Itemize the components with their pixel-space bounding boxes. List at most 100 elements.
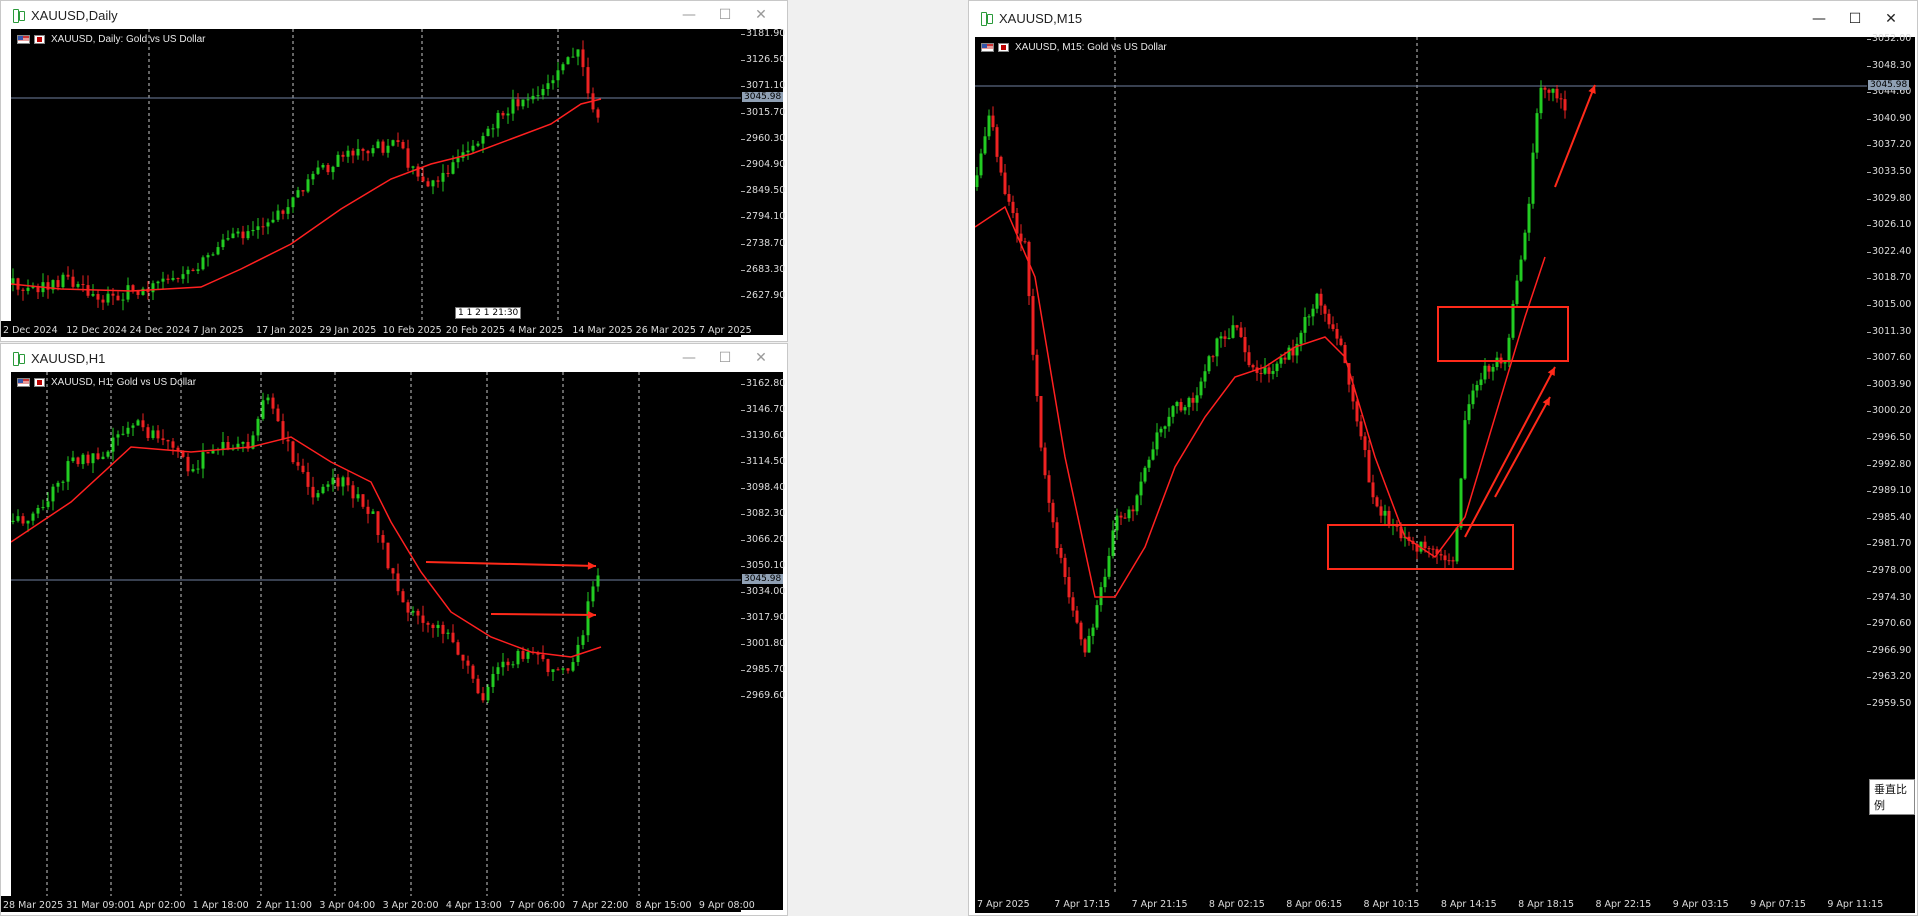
h1-candle-50: [261, 400, 265, 419]
m15-candle-145: [1555, 88, 1559, 99]
daily-time-axis[interactable]: 2 Dec 2024 12 Dec 2024 24 Dec 2024 7 Jan 20…: [1, 321, 752, 337]
minimize-button[interactable]: —: [671, 5, 707, 25]
h1-candle-39: [206, 452, 210, 454]
chart-window-icon: [11, 9, 25, 23]
h1-titlebar[interactable]: XAUUSD,H1 — ☐ ✕: [1, 344, 787, 372]
price-tick-mark: [1867, 358, 1871, 360]
h1-chart-area[interactable]: XAUUSD, H1: Gold vs US Dollar: [11, 372, 741, 896]
h1-candle-100: [511, 664, 515, 666]
h1-candle-61: [316, 493, 320, 498]
h1-candle-2: [21, 516, 25, 524]
h1-candle-85: [436, 624, 440, 629]
daily-candle-48: [251, 229, 255, 232]
m15-candle-15: [1035, 354, 1039, 397]
m15-candle-29: [1091, 627, 1095, 636]
close-button[interactable]: ✕: [743, 348, 779, 368]
daily-candle-111: [566, 57, 570, 65]
close-button[interactable]: ✕: [1873, 9, 1909, 29]
h1-candle-74: [381, 535, 385, 543]
m15-candle-16: [1039, 396, 1043, 448]
h1-candle-83: [426, 622, 430, 625]
m15-candle-85: [1315, 293, 1319, 309]
daily-titlebar[interactable]: XAUUSD,Daily — ☐ ✕: [1, 1, 787, 29]
m15-candle-24: [1071, 597, 1075, 611]
m15-candle-4: [991, 115, 995, 128]
daily-candle-52: [271, 219, 275, 223]
daily-candle-106: [541, 89, 545, 96]
daily-candle-72: [371, 148, 375, 154]
m15-candle-31: [1099, 587, 1103, 606]
daily-candle-33: [176, 278, 180, 280]
m15-candle-58: [1207, 356, 1211, 372]
daily-price-axis[interactable]: 3181.90 3126.50 3071.10 3015.70 2960.30 2904.…: [741, 28, 785, 335]
maximize-button[interactable]: ☐: [707, 348, 743, 368]
price-tick-label: 3162.80: [746, 378, 786, 389]
h1-candle-17: [96, 453, 100, 460]
maximize-button[interactable]: ☐: [707, 5, 743, 25]
m15-candle-75: [1275, 363, 1279, 372]
price-tick-mark: [1867, 278, 1871, 280]
price-tick-mark: [741, 296, 745, 297]
minimize-button[interactable]: —: [671, 348, 707, 368]
daily-chart-window[interactable]: XAUUSD,Daily — ☐ ✕ XAUUSD, Daily: Gold v…: [0, 0, 788, 342]
daily-candle-40: [211, 254, 215, 256]
h1-candle-53: [276, 408, 280, 422]
h1-candle-55: [286, 439, 290, 442]
daily-candle-78: [401, 142, 405, 149]
daily-chart-area[interactable]: XAUUSD, Daily: Gold vs US Dollar 1 1 2 1…: [11, 29, 741, 321]
m15-titlebar[interactable]: XAUUSD,M15 — ☐ ✕: [969, 1, 1917, 35]
m15-candle-143: [1547, 89, 1551, 93]
time-tick-label: 24 Dec 2024: [129, 325, 191, 336]
m15-candle-135: [1515, 280, 1519, 304]
h1-candle-20: [111, 437, 115, 452]
time-tick-label: 2 Apr 11:00: [256, 900, 312, 911]
m15-candle-60: [1215, 338, 1219, 357]
m15-candle-46: [1159, 428, 1163, 433]
flag-icon: [981, 43, 994, 52]
h1-time-axis[interactable]: 28 Mar 2025 31 Mar 09:00 1 Apr 02:00 1 Apr …: [1, 896, 755, 912]
price-tick-label: 3066.20: [746, 534, 786, 545]
m15-candle-34: [1111, 530, 1115, 556]
price-tick-mark: [741, 514, 745, 515]
minimize-button[interactable]: —: [1801, 9, 1837, 29]
daily-chart-title: XAUUSD, Daily: Gold vs US Dollar: [17, 34, 205, 45]
h1-price-axis[interactable]: 3162.80 3146.70 3130.60 3114.50 3098.40 3082.…: [741, 372, 786, 910]
h1-chart-window[interactable]: XAUUSD,H1 — ☐ ✕ XAUUSD, H1: Gold vs US D…: [0, 343, 788, 916]
h1-candle-113: [576, 644, 580, 663]
h1-candle-88: [451, 632, 455, 643]
price-tick-label: 2974.30: [1872, 591, 1912, 603]
m15-chart-window[interactable]: XAUUSD,M15 — ☐ ✕ XAUUSD, M15: Gold vs US…: [968, 0, 1918, 916]
m15-candle-120: [1455, 527, 1459, 562]
h1-candle-110: [561, 668, 565, 670]
m15-price-axis[interactable]: 垂直比例 3052.00 3048.30 3044.60 3040.90 3037.20…: [1867, 33, 1915, 913]
h1-candle-32: [171, 441, 175, 448]
time-tick-label: 8 Apr 22:15: [1595, 899, 1652, 910]
price-tick-label: 2970.60: [1872, 618, 1912, 630]
h1-candle-10: [61, 481, 65, 483]
h1-annotation-arrow-0: [425, 561, 597, 567]
vertical-scale-button[interactable]: 垂直比例: [1869, 779, 1915, 815]
price-tick-mark: [1867, 331, 1871, 333]
time-tick-label: 8 Apr 15:00: [635, 900, 692, 911]
m15-candle-8: [1007, 194, 1011, 202]
m15-chart-area[interactable]: XAUUSD, M15: Gold vs US Dollar: [975, 37, 1867, 895]
close-button[interactable]: ✕: [743, 5, 779, 25]
h1-candle-87: [446, 632, 450, 634]
symbol-icon: [34, 378, 45, 387]
price-tick-label: 2981.70: [1872, 538, 1912, 550]
m15-candle-12: [1023, 241, 1027, 243]
time-tick-label: 4 Apr 13:00: [445, 900, 502, 911]
m15-candle-146: [1559, 98, 1563, 100]
h1-candle-52: [271, 397, 275, 409]
maximize-button[interactable]: ☐: [1837, 9, 1873, 29]
price-tick-label: 2989.10: [1872, 485, 1912, 497]
h1-candle-73: [376, 511, 380, 536]
m15-candle-101: [1379, 506, 1383, 516]
daily-chart-svg: [11, 29, 741, 321]
m15-candle-6: [999, 156, 1003, 173]
h1-candle-102: [521, 650, 525, 659]
m15-time-axis[interactable]: 7 Apr 2025 7 Apr 17:15 7 Apr 21:15 8 Apr 02…: [975, 895, 1883, 913]
h1-candle-62: [321, 486, 325, 494]
chart-window-icon: [11, 352, 25, 366]
m15-candle-83: [1307, 316, 1311, 318]
